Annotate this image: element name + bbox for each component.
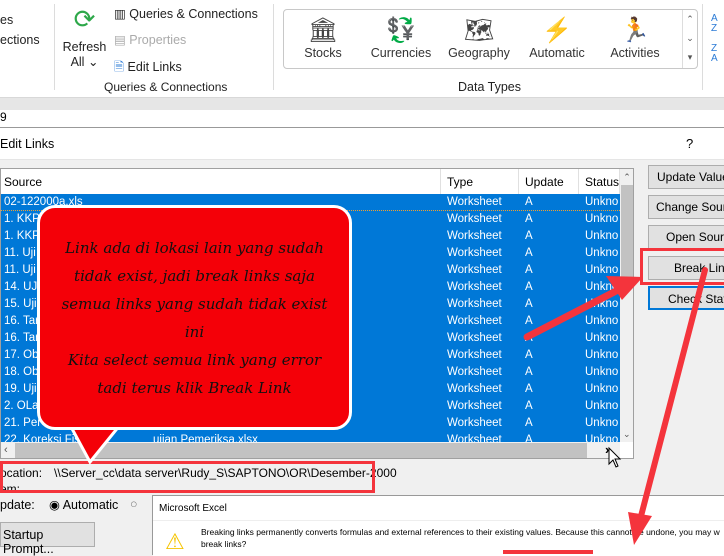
callout-line: tadi terus klik Break Link [97, 379, 292, 397]
callout-line: Link ada di lokasi lain yang sudah [65, 239, 324, 257]
arrow-to-excel-dialog [637, 267, 708, 523]
callout-line: tidak exist, jadi break links saja [74, 267, 315, 285]
annotation-callout: Link ada di lokasi lain yang sudah tidak… [37, 205, 352, 430]
mouse-cursor-icon [608, 446, 622, 468]
arrow-to-break-link [523, 285, 624, 341]
callout-line: semua links yang sudah tidak exist [61, 295, 328, 313]
arrow-head [628, 512, 652, 545]
callout-line: Kita select semua link yang error [67, 351, 322, 369]
callout-tail [67, 423, 124, 465]
callout-line: ini [184, 323, 205, 341]
